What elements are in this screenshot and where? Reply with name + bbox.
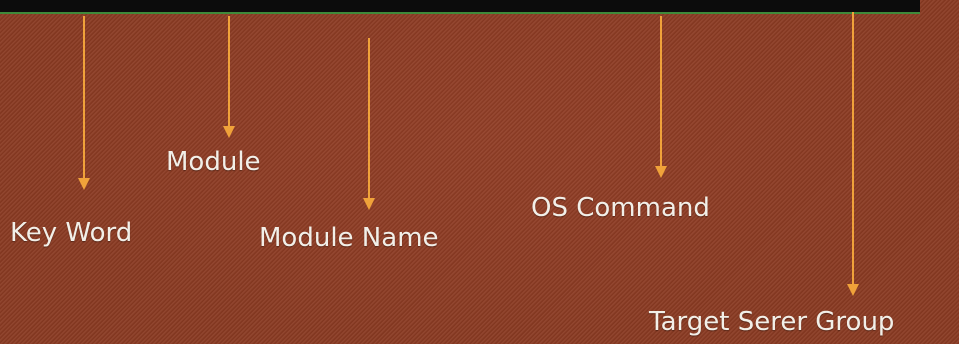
os-command-label: OS Command [531, 193, 710, 223]
target-server-group-label: Target Serer Group [649, 307, 895, 337]
module-label: Module [166, 147, 261, 177]
arrow-target-server-group [847, 12, 859, 296]
module-name-label: Module Name [259, 223, 439, 253]
arrow-key-word [78, 16, 90, 190]
annotation-arrows [78, 12, 859, 296]
diagram-canvas: Module Key Word Module Name OS Command T… [0, 0, 959, 344]
arrow-module-name [363, 38, 375, 210]
key-word-label: Key Word [10, 218, 133, 248]
arrow-os-command [655, 16, 667, 178]
arrow-module [223, 16, 235, 138]
